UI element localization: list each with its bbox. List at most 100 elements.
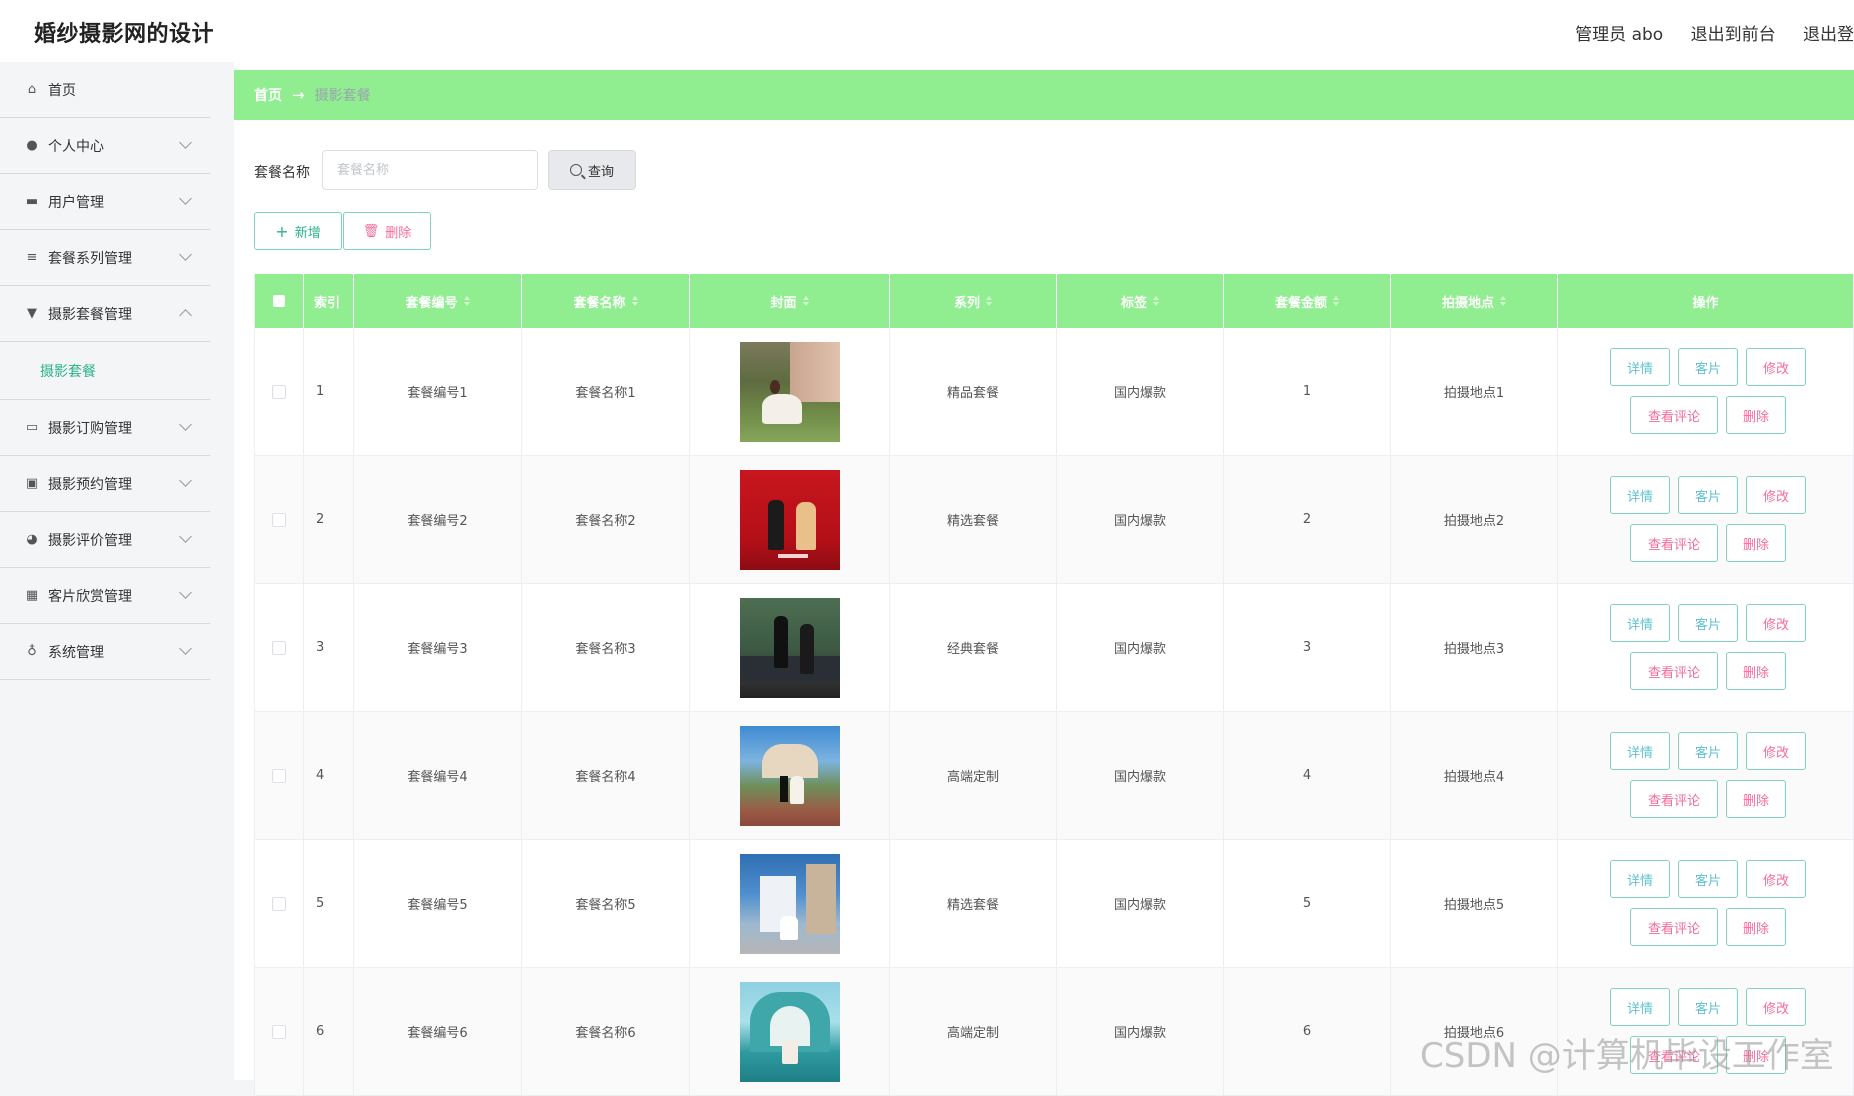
search-input[interactable] bbox=[322, 150, 538, 190]
header-name[interactable]: 套餐名称 bbox=[522, 274, 690, 328]
clipboard-icon: ▣ bbox=[25, 475, 39, 491]
view-reviews-button[interactable]: 查看评论 bbox=[1630, 908, 1718, 946]
detail-button[interactable]: 详情 bbox=[1610, 732, 1670, 770]
edit-button[interactable]: 修改 bbox=[1746, 732, 1806, 770]
row-checkbox[interactable] bbox=[272, 1024, 286, 1039]
app-title: 婚纱摄影网的设计 bbox=[34, 22, 215, 47]
view-reviews-button[interactable]: 查看评论 bbox=[1630, 1036, 1718, 1074]
header-cover[interactable]: 封面 bbox=[690, 274, 890, 328]
view-reviews-button[interactable]: 查看评论 bbox=[1630, 780, 1718, 818]
edit-button[interactable]: 修改 bbox=[1746, 988, 1806, 1026]
sort-icon[interactable] bbox=[802, 296, 809, 306]
top-header: 婚纱摄影网的设计 管理员 abo 退出到前台 退出登 bbox=[0, 0, 1854, 62]
header-place[interactable]: 拍摄地点 bbox=[1391, 274, 1558, 328]
row-checkbox[interactable] bbox=[272, 896, 286, 911]
sort-icon[interactable] bbox=[631, 296, 638, 306]
cover-image[interactable] bbox=[739, 725, 840, 826]
sample-button[interactable]: 客片 bbox=[1678, 732, 1738, 770]
sidebar-item-home[interactable]: ⌂ 首页 bbox=[0, 62, 210, 118]
cover-image[interactable] bbox=[739, 469, 840, 570]
sample-button[interactable]: 客片 bbox=[1678, 476, 1738, 514]
header-code-label: 套餐编号 bbox=[405, 295, 458, 311]
cell-cover bbox=[690, 456, 890, 583]
row-delete-button[interactable]: 删除 bbox=[1726, 652, 1786, 690]
detail-button[interactable]: 详情 bbox=[1610, 476, 1670, 514]
row-checkbox[interactable] bbox=[272, 512, 286, 527]
sidebar-item-label: 摄影套餐管理 bbox=[48, 306, 132, 323]
breadcrumb: 首页 → 摄影套餐 bbox=[234, 70, 1854, 120]
row-select-cell[interactable] bbox=[254, 328, 304, 455]
cover-image[interactable] bbox=[739, 853, 840, 954]
detail-button[interactable]: 详情 bbox=[1610, 988, 1670, 1026]
select-all-cell[interactable] bbox=[254, 274, 304, 328]
sort-icon[interactable] bbox=[1333, 296, 1339, 306]
sidebar-item-packages[interactable]: ▼ 摄影套餐管理 bbox=[0, 286, 210, 342]
table-row: 5 套餐编号5 套餐名称5 精选套餐 国内爆款 5 拍摄地点5 详情 客片 修改… bbox=[254, 840, 1854, 968]
query-button[interactable]: 查询 bbox=[548, 150, 636, 190]
edit-button[interactable]: 修改 bbox=[1746, 860, 1806, 898]
balloon-icon: ◕ bbox=[26, 531, 38, 547]
breadcrumb-home[interactable]: 首页 bbox=[254, 85, 282, 105]
select-all-checkbox[interactable] bbox=[273, 295, 285, 307]
cover-image[interactable] bbox=[739, 597, 840, 698]
edit-button[interactable]: 修改 bbox=[1746, 476, 1806, 514]
sidebar-item-appointments[interactable]: ▣ 摄影预约管理 bbox=[0, 456, 210, 512]
sidebar-item-gallery[interactable]: ▦ 客片欣赏管理 bbox=[0, 568, 210, 624]
cell-code: 套餐编号6 bbox=[354, 968, 522, 1095]
sort-icon[interactable] bbox=[1500, 296, 1506, 306]
cell-ops: 详情 客片 修改 查看评论 删除 bbox=[1558, 328, 1854, 455]
edit-button[interactable]: 修改 bbox=[1746, 348, 1806, 386]
bulk-delete-button[interactable]: 🗑 删除 bbox=[343, 212, 431, 250]
view-reviews-button[interactable]: 查看评论 bbox=[1630, 396, 1718, 434]
row-delete-button[interactable]: 删除 bbox=[1726, 524, 1786, 562]
header-series[interactable]: 系列 bbox=[890, 274, 1057, 328]
sidebar-item-users[interactable]: ▬ 用户管理 bbox=[0, 174, 210, 230]
row-checkbox[interactable] bbox=[272, 768, 286, 783]
view-reviews-button[interactable]: 查看评论 bbox=[1630, 524, 1718, 562]
sidebar-item-orders[interactable]: ▭ 摄影订购管理 bbox=[0, 400, 210, 456]
sort-icon[interactable] bbox=[463, 296, 470, 306]
edit-button[interactable]: 修改 bbox=[1746, 604, 1806, 642]
sample-button[interactable]: 客片 bbox=[1678, 860, 1738, 898]
detail-button[interactable]: 详情 bbox=[1610, 348, 1670, 386]
row-select-cell[interactable] bbox=[254, 456, 304, 583]
row-select-cell[interactable] bbox=[254, 968, 304, 1095]
row-checkbox[interactable] bbox=[272, 640, 286, 655]
cover-image[interactable] bbox=[739, 981, 840, 1082]
sidebar-item-system[interactable]: ♁ 系统管理 bbox=[0, 624, 210, 680]
sample-button[interactable]: 客片 bbox=[1678, 348, 1738, 386]
chevron-down-icon bbox=[179, 248, 192, 261]
cover-image[interactable] bbox=[739, 341, 840, 442]
view-reviews-button[interactable]: 查看评论 bbox=[1630, 652, 1718, 690]
sidebar-item-reviews[interactable]: ◕ 摄影评价管理 bbox=[0, 512, 210, 568]
header-tag[interactable]: 标签 bbox=[1057, 274, 1224, 328]
detail-button[interactable]: 详情 bbox=[1610, 604, 1670, 642]
header-price[interactable]: 套餐金额 bbox=[1224, 274, 1391, 328]
sample-button[interactable]: 客片 bbox=[1678, 604, 1738, 642]
brush-icon: ▼ bbox=[27, 305, 37, 321]
detail-button[interactable]: 详情 bbox=[1610, 860, 1670, 898]
row-select-cell[interactable] bbox=[254, 840, 304, 967]
row-delete-button[interactable]: 删除 bbox=[1726, 780, 1786, 818]
sidebar-item-series[interactable]: ≡ 套餐系列管理 bbox=[0, 230, 210, 286]
query-button-label: 查询 bbox=[587, 164, 614, 180]
add-button[interactable]: + 新增 bbox=[254, 212, 342, 250]
sort-icon[interactable] bbox=[1153, 296, 1159, 306]
logout-link[interactable]: 退出登 bbox=[1803, 25, 1854, 45]
header-cover-label: 封面 bbox=[770, 295, 797, 311]
sort-icon[interactable] bbox=[986, 296, 992, 306]
to-front-link[interactable]: 退出到前台 bbox=[1691, 25, 1776, 45]
row-delete-button[interactable]: 删除 bbox=[1726, 1036, 1786, 1074]
header-code[interactable]: 套餐编号 bbox=[354, 274, 522, 328]
cell-price: 4 bbox=[1224, 712, 1391, 839]
row-select-cell[interactable] bbox=[254, 584, 304, 711]
sidebar-subitem-packages[interactable]: 摄影套餐 bbox=[0, 342, 210, 400]
row-checkbox[interactable] bbox=[272, 384, 286, 399]
cell-price: 1 bbox=[1224, 328, 1391, 455]
row-select-cell[interactable] bbox=[254, 712, 304, 839]
row-delete-button[interactable]: 删除 bbox=[1726, 396, 1786, 434]
sample-button[interactable]: 客片 bbox=[1678, 988, 1738, 1026]
cell-place: 拍摄地点6 bbox=[1391, 968, 1558, 1095]
row-delete-button[interactable]: 删除 bbox=[1726, 908, 1786, 946]
sidebar-item-personal[interactable]: ● 个人中心 bbox=[0, 118, 210, 174]
